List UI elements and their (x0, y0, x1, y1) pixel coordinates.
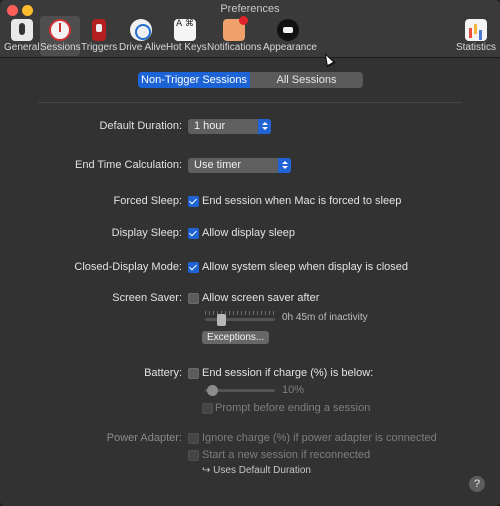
closed-display-mode-option: Allow system sleep when display is close… (202, 261, 409, 273)
ignore-charge-option: Ignore charge (%) if power adapter is co… (202, 432, 437, 444)
prompt-before-ending-checkbox[interactable] (202, 403, 213, 414)
display-sleep-option: Allow display sleep (202, 227, 295, 239)
segment-non-trigger-sessions[interactable]: Non-Trigger Sessions (138, 72, 250, 88)
display-sleep-label: Display Sleep: (111, 227, 182, 239)
default-duration-label: Default Duration: (99, 120, 182, 132)
default-duration-value: 1 hour (194, 120, 226, 132)
exceptions-button[interactable]: Exceptions... (202, 331, 270, 344)
triggers-icon (92, 19, 106, 41)
chevron-up-down-icon (258, 119, 271, 134)
tab-drive-alive[interactable]: Drive Alive (119, 16, 167, 56)
screen-saver-checkbox[interactable] (188, 293, 199, 304)
hot-keys-icon: A ⌘ (174, 19, 196, 41)
tab-hot-keys-label: Hot Keys (166, 42, 207, 53)
tab-notifications[interactable]: Notifications (207, 16, 262, 56)
tab-appearance-label: Appearance (263, 42, 317, 53)
chevron-up-down-icon (278, 158, 291, 173)
end-time-calculation-label: End Time Calculation: (75, 159, 182, 171)
battery-slider-knob[interactable] (207, 385, 218, 396)
statistics-icon (465, 19, 487, 41)
screen-saver-label: Screen Saver: (112, 292, 182, 304)
tab-triggers[interactable]: Triggers (81, 16, 117, 56)
divider (38, 102, 462, 103)
window-title: Preferences (220, 3, 280, 15)
start-new-session-checkbox[interactable] (188, 450, 199, 461)
drive-alive-icon (130, 19, 152, 41)
screen-saver-inactivity-text: 0h 45m of inactivity (282, 312, 368, 323)
forced-sleep-checkbox[interactable] (188, 196, 199, 207)
default-duration-popup[interactable]: 1 hour (188, 119, 271, 134)
end-time-calculation-popup[interactable]: Use timer (188, 158, 291, 173)
sessions-icon (49, 19, 71, 41)
battery-label: Battery: (144, 367, 182, 379)
tab-sessions-label: Sessions (40, 42, 81, 53)
toolbar: Preferences General Sessions Triggers Dr… (0, 0, 500, 58)
ignore-charge-checkbox[interactable] (188, 433, 199, 444)
closed-display-mode-label: Closed-Display Mode: (74, 261, 182, 273)
appearance-icon (277, 19, 299, 41)
screen-saver-option: Allow screen saver after (202, 292, 320, 304)
tab-notifications-label: Notifications (207, 42, 262, 53)
screen-saver-slider-ticks (205, 311, 275, 315)
end-time-calculation-value: Use timer (194, 159, 242, 171)
closed-display-mode-checkbox[interactable] (188, 262, 199, 273)
screen-saver-slider-knob[interactable] (217, 314, 226, 326)
tab-general-label: General (4, 42, 40, 53)
session-scope-segmented-control: Non-Trigger Sessions All Sessions (138, 72, 363, 88)
preferences-window: Preferences General Sessions Triggers Dr… (0, 0, 500, 506)
tab-statistics-label: Statistics (456, 42, 497, 53)
notifications-icon (222, 16, 248, 41)
help-button[interactable]: ? (469, 476, 485, 492)
tab-drive-alive-label: Drive Alive (119, 42, 167, 53)
forced-sleep-option: End session when Mac is forced to sleep (202, 195, 402, 207)
tab-sessions[interactable]: Sessions (40, 16, 81, 56)
tab-hot-keys[interactable]: A ⌘ Hot Keys (166, 16, 207, 56)
tab-appearance[interactable]: Appearance (263, 16, 317, 56)
segment-all-sessions[interactable]: All Sessions (250, 72, 363, 88)
tab-statistics[interactable]: Statistics (456, 16, 496, 56)
screen-saver-slider[interactable] (205, 318, 275, 321)
tab-general[interactable]: General (4, 16, 40, 56)
battery-option: End session if charge (%) is below: (202, 367, 374, 379)
tab-triggers-label: Triggers (81, 42, 118, 53)
start-new-session-option: Start a new session if reconnected (202, 449, 371, 461)
battery-checkbox[interactable] (188, 368, 199, 379)
battery-threshold-text: 10% (282, 384, 305, 396)
prompt-before-ending-option: Prompt before ending a session (215, 402, 371, 414)
uses-default-duration-note: ↪ Uses Default Duration (202, 465, 311, 476)
display-sleep-checkbox[interactable] (188, 228, 199, 239)
forced-sleep-label: Forced Sleep: (113, 195, 182, 207)
general-icon (10, 19, 33, 41)
power-adapter-label: Power Adapter: (106, 432, 182, 444)
